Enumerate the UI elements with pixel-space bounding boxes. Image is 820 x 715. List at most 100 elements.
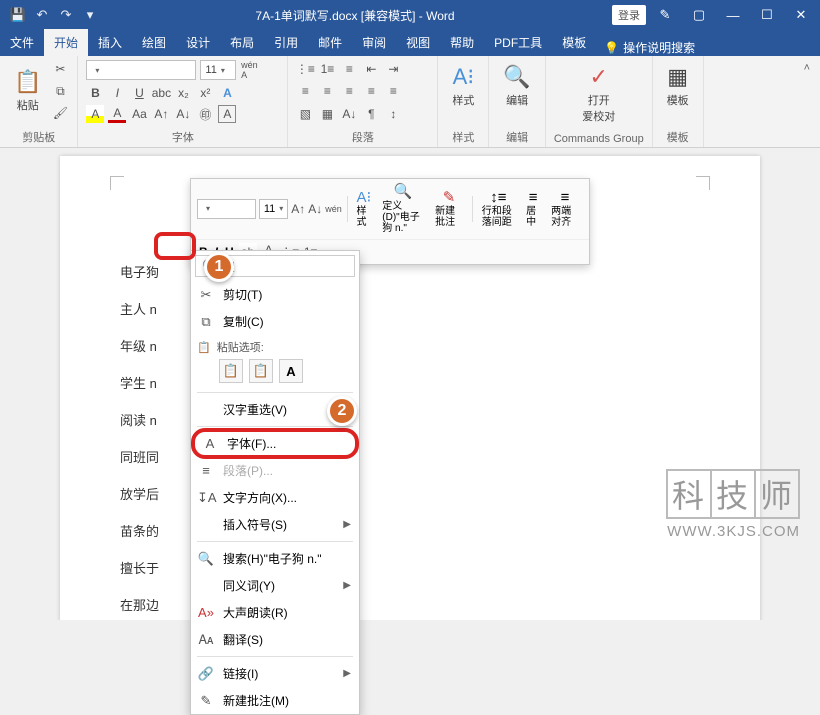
tab-design[interactable]: 设计 bbox=[176, 29, 220, 56]
shading-icon[interactable]: ▧ bbox=[296, 105, 314, 123]
open-proofread-button[interactable]: ✓ 打开 爱校对 bbox=[554, 60, 644, 128]
numbering-icon[interactable]: 1≡ bbox=[318, 60, 336, 78]
font-size-combo[interactable]: 11▾ bbox=[200, 60, 236, 80]
font-name-combo[interactable]: ▾ bbox=[86, 60, 196, 80]
line-spacing-icon[interactable]: ↕ bbox=[384, 105, 402, 123]
mini-phonetic-icon[interactable]: wén bbox=[325, 200, 342, 218]
collapse-ribbon-icon[interactable]: ˄ bbox=[794, 56, 820, 147]
submenu-arrow-icon: ▶ bbox=[343, 580, 351, 591]
login-button[interactable]: 登录 bbox=[612, 5, 646, 25]
menu-link[interactable]: 🔗链接(I)▶ bbox=[191, 660, 359, 687]
bulb-icon: 💡 bbox=[604, 41, 619, 55]
paste-text-only-icon[interactable]: A bbox=[279, 359, 303, 383]
mini-define-button[interactable]: 🔍定义(D)"电子狗 n." bbox=[378, 182, 428, 236]
text-effects-icon[interactable]: A bbox=[218, 84, 236, 102]
menu-font[interactable]: A字体(F)... bbox=[191, 428, 359, 459]
justify-icon[interactable]: ≡ bbox=[362, 82, 380, 100]
tab-pdf[interactable]: PDF工具 bbox=[484, 29, 552, 56]
char-border-icon[interactable]: A bbox=[218, 105, 236, 123]
borders-icon[interactable]: ▦ bbox=[318, 105, 336, 123]
menu-paragraph[interactable]: ≡段落(P)... bbox=[191, 457, 359, 484]
draw-mode-icon[interactable]: ✎ bbox=[650, 1, 680, 29]
highlight-icon[interactable]: A bbox=[86, 105, 104, 123]
mini-shrink-font-icon[interactable]: A↓ bbox=[308, 200, 322, 218]
bullets-icon[interactable]: ⋮≡ bbox=[296, 60, 314, 78]
tab-view[interactable]: 视图 bbox=[396, 29, 440, 56]
menu-text-direction[interactable]: ↧A文字方向(X)... bbox=[191, 484, 359, 511]
search-icon: 🔍 bbox=[197, 551, 215, 567]
tab-file[interactable]: 文件 bbox=[0, 29, 44, 56]
menu-cut[interactable]: ✂剪切(T) bbox=[191, 281, 359, 308]
paste-keep-source-icon[interactable]: 📋 bbox=[219, 359, 243, 383]
ribbon-options-icon[interactable]: ▢ bbox=[684, 1, 714, 29]
bold-icon[interactable]: B bbox=[86, 84, 104, 102]
paste-button[interactable]: 📋 粘贴 bbox=[8, 65, 47, 117]
font-color-icon[interactable]: A bbox=[108, 105, 126, 123]
tab-help[interactable]: 帮助 bbox=[440, 29, 484, 56]
proofread-icon: ✓ bbox=[590, 64, 608, 90]
editing-button[interactable]: 🔍 编辑 bbox=[497, 60, 536, 112]
template-button[interactable]: ▦ 模板 bbox=[661, 60, 695, 112]
underline-icon[interactable]: U bbox=[130, 84, 148, 102]
mini-grow-font-icon[interactable]: A↑ bbox=[291, 200, 305, 218]
strike-icon[interactable]: abc bbox=[152, 84, 170, 102]
multilevel-icon[interactable]: ≡ bbox=[340, 60, 358, 78]
styles-button[interactable]: A⁝ 样式 bbox=[446, 60, 480, 112]
tab-template[interactable]: 模板 bbox=[552, 29, 596, 56]
increase-indent-icon[interactable]: ⇥ bbox=[384, 60, 402, 78]
menu-copy[interactable]: ⧉复制(C) bbox=[191, 308, 359, 335]
cut-icon[interactable]: ✂ bbox=[51, 60, 69, 78]
mini-line-spacing-button[interactable]: ↕≡行和段落间距 bbox=[478, 188, 519, 231]
menu-read-aloud[interactable]: A»大声朗读(R) bbox=[191, 599, 359, 626]
enclose-char-icon[interactable]: ㊞ bbox=[196, 105, 214, 123]
tab-layout[interactable]: 布局 bbox=[220, 29, 264, 56]
decrease-indent-icon[interactable]: ⇤ bbox=[362, 60, 380, 78]
tab-references[interactable]: 引用 bbox=[264, 29, 308, 56]
menu-new-comment[interactable]: ✎新建批注(M) bbox=[191, 687, 359, 714]
mini-styles-button[interactable]: A⁝样式 bbox=[353, 188, 376, 231]
save-icon[interactable]: 💾 bbox=[10, 7, 26, 23]
superscript-icon[interactable]: x² bbox=[196, 84, 214, 102]
minimize-icon[interactable]: — bbox=[718, 1, 748, 29]
sort-icon[interactable]: A↓ bbox=[340, 105, 358, 123]
copy-icon[interactable]: ⧉ bbox=[51, 82, 69, 100]
translate-icon: 🗛 bbox=[197, 632, 215, 648]
format-painter-icon[interactable]: 🖌 bbox=[51, 104, 69, 122]
grow-font-icon[interactable]: A↑ bbox=[152, 105, 170, 123]
tab-draw[interactable]: 绘图 bbox=[132, 29, 176, 56]
mini-center-button[interactable]: ≡居中 bbox=[522, 188, 544, 231]
phonetic-guide-icon[interactable]: wénA bbox=[240, 61, 258, 79]
undo-icon[interactable]: ↶ bbox=[34, 7, 50, 23]
char-shading-icon[interactable]: Aa bbox=[130, 105, 148, 123]
mini-new-comment-button[interactable]: ✎新建批注 bbox=[431, 188, 467, 231]
menu-synonyms[interactable]: 同义词(Y)▶ bbox=[191, 572, 359, 599]
qat-customize-icon[interactable]: ▾ bbox=[82, 7, 98, 23]
mini-font-size-combo[interactable]: 11▾ bbox=[259, 199, 288, 219]
distribute-icon[interactable]: ≡ bbox=[384, 82, 402, 100]
paste-merge-icon[interactable]: 📋 bbox=[249, 359, 273, 383]
template-icon: ▦ bbox=[667, 64, 688, 90]
shrink-font-icon[interactable]: A↓ bbox=[174, 105, 192, 123]
menu-insert-symbol[interactable]: 插入符号(S)▶ bbox=[191, 511, 359, 538]
tab-home[interactable]: 开始 bbox=[44, 29, 88, 56]
align-center-icon[interactable]: ≡ bbox=[318, 82, 336, 100]
align-left-icon[interactable]: ≡ bbox=[296, 82, 314, 100]
subscript-icon[interactable]: x₂ bbox=[174, 84, 192, 102]
clipboard-group-label: 剪贴板 bbox=[8, 127, 69, 145]
align-right-icon[interactable]: ≡ bbox=[340, 82, 358, 100]
italic-icon[interactable]: I bbox=[108, 84, 126, 102]
paste-label: 粘贴 bbox=[17, 97, 39, 113]
tell-me[interactable]: 💡 操作说明搜索 bbox=[596, 39, 703, 56]
paste-options-row: 📋 📋 A bbox=[191, 357, 359, 389]
maximize-icon[interactable]: ☐ bbox=[752, 1, 782, 29]
menu-translate[interactable]: 🗛翻译(S) bbox=[191, 626, 359, 653]
show-marks-icon[interactable]: ¶ bbox=[362, 105, 380, 123]
redo-icon[interactable]: ↷ bbox=[58, 7, 74, 23]
close-icon[interactable]: ✕ bbox=[786, 1, 816, 29]
tab-mailings[interactable]: 邮件 bbox=[308, 29, 352, 56]
mini-font-name-combo[interactable]: ▾ bbox=[197, 199, 256, 219]
menu-smart-lookup[interactable]: 🔍搜索(H)"电子狗 n." bbox=[191, 545, 359, 572]
mini-justify-button[interactable]: ≡两端对齐 bbox=[547, 188, 583, 231]
tab-insert[interactable]: 插入 bbox=[88, 29, 132, 56]
tab-review[interactable]: 审阅 bbox=[352, 29, 396, 56]
